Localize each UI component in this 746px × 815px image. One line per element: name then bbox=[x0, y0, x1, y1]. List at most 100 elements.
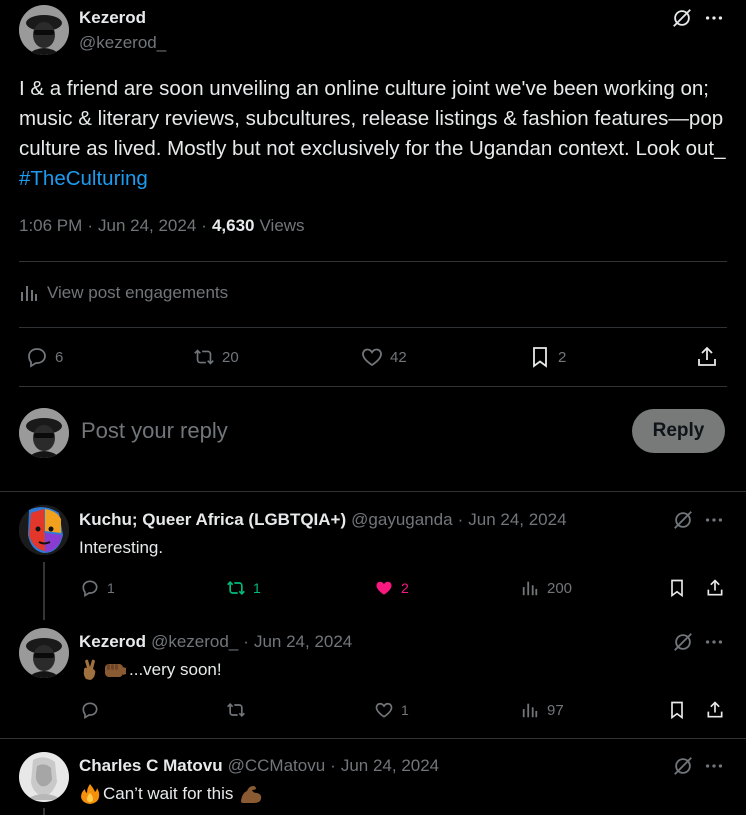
views-count: 4,630 bbox=[211, 216, 255, 235]
bookmark-count: 2 bbox=[558, 348, 567, 366]
post-body: I & a friend are soon unveiling an onlin… bbox=[19, 77, 726, 160]
reply-avatar[interactable] bbox=[19, 628, 69, 678]
views-label: Views bbox=[259, 216, 305, 235]
share-action[interactable] bbox=[695, 345, 719, 369]
repost-icon bbox=[192, 345, 216, 369]
post-date[interactable]: Jun 24, 2024 bbox=[98, 216, 196, 236]
bookmark-action[interactable] bbox=[666, 577, 688, 599]
like-count: 2 bbox=[401, 580, 409, 596]
like-action[interactable]: 1 bbox=[373, 699, 409, 721]
like-action[interactable]: 2 bbox=[373, 577, 409, 599]
share-icon bbox=[704, 699, 726, 721]
grok-icon[interactable] bbox=[672, 631, 694, 653]
bookmark-action[interactable]: 2 bbox=[528, 345, 566, 369]
repost-action[interactable]: 20 bbox=[192, 345, 239, 369]
reply-action[interactable] bbox=[79, 699, 101, 721]
reply-count: 6 bbox=[55, 348, 64, 366]
reply-author-handle[interactable]: @CCMatovu bbox=[228, 756, 326, 776]
divider bbox=[19, 386, 727, 387]
post-meta: 1:06 PM · Jun 24, 2024 · 4,630 Views bbox=[19, 216, 305, 236]
share-action[interactable] bbox=[704, 699, 726, 721]
meta-separator: · bbox=[243, 632, 249, 651]
meta-separator: · bbox=[457, 510, 464, 529]
reply-date[interactable]: Jun 24, 2024 bbox=[341, 756, 439, 776]
reply-icon bbox=[25, 345, 49, 369]
more-options-icon[interactable] bbox=[703, 7, 725, 29]
composer-avatar[interactable] bbox=[19, 408, 69, 458]
repost-icon bbox=[225, 699, 247, 721]
share-action[interactable] bbox=[704, 577, 726, 599]
bookmark-action[interactable] bbox=[666, 699, 688, 721]
thread-line bbox=[43, 808, 45, 815]
share-icon bbox=[695, 345, 719, 369]
reply-input[interactable]: Post your reply bbox=[81, 418, 611, 444]
reply-author-handle[interactable]: @kezerod_ bbox=[151, 632, 238, 652]
reply-avatar[interactable] bbox=[19, 505, 69, 555]
heart-icon bbox=[373, 699, 395, 721]
analytics-icon bbox=[519, 699, 541, 721]
repost-action[interactable]: 1 bbox=[225, 577, 261, 599]
like-count: 1 bbox=[401, 702, 409, 718]
view-engagements-link[interactable]: View post engagements bbox=[19, 283, 228, 303]
meta-separator: · bbox=[330, 756, 336, 775]
more-options-icon[interactable] bbox=[703, 509, 725, 531]
more-options-icon[interactable] bbox=[703, 631, 725, 653]
reply-text: Interesting. bbox=[79, 538, 164, 557]
bookmark-icon bbox=[528, 345, 552, 369]
meta-separator: · bbox=[201, 216, 207, 235]
reply-header: Kezerod @kezerod_ · Jun 24, 2024 bbox=[79, 632, 352, 652]
reply-date[interactable]: Jun 24, 2024 bbox=[254, 632, 352, 652]
grok-icon[interactable] bbox=[672, 509, 694, 531]
reply-count: 1 bbox=[107, 580, 115, 596]
share-icon bbox=[704, 577, 726, 599]
reply-date[interactable]: Jun 24, 2024 bbox=[468, 510, 566, 530]
like-count: 42 bbox=[390, 348, 407, 366]
divider bbox=[19, 327, 727, 328]
grok-icon[interactable] bbox=[672, 755, 694, 777]
reply-author-name[interactable]: Charles C Matovu bbox=[79, 756, 223, 776]
post-text: I & a friend are soon unveiling an onlin… bbox=[19, 74, 727, 194]
reply-author-handle[interactable]: @gayuganda bbox=[351, 510, 452, 530]
reply-text: ...very soon! bbox=[129, 660, 222, 679]
analytics-icon bbox=[19, 283, 39, 303]
views-action[interactable]: 200 bbox=[519, 577, 572, 599]
bookmark-icon bbox=[666, 699, 688, 721]
views-count: 200 bbox=[547, 579, 573, 597]
analytics-icon bbox=[519, 577, 541, 599]
flexed-biceps-emoji bbox=[239, 783, 263, 805]
heart-filled-icon bbox=[373, 577, 395, 599]
reply-header: Kuchu; Queer Africa (LGBTQIA+) @gayugand… bbox=[79, 510, 567, 530]
reply-action[interactable]: 1 bbox=[79, 577, 115, 599]
reply-icon bbox=[79, 577, 101, 599]
reply-icon bbox=[79, 699, 101, 721]
reply-content: ...very soon! bbox=[79, 659, 222, 681]
author-handle[interactable]: @kezerod_ bbox=[79, 33, 166, 53]
divider bbox=[19, 261, 727, 262]
reply-content: Can’t wait for this bbox=[79, 783, 263, 805]
meta-separator: · bbox=[87, 216, 93, 235]
fist-bump-emoji bbox=[103, 659, 127, 681]
thread-line bbox=[43, 562, 45, 620]
reply-action[interactable]: 6 bbox=[25, 345, 63, 369]
more-options-icon[interactable] bbox=[703, 755, 725, 777]
views-action[interactable]: 97 bbox=[519, 699, 564, 721]
like-action[interactable]: 42 bbox=[360, 345, 407, 369]
heart-icon bbox=[360, 345, 384, 369]
post-time[interactable]: 1:06 PM bbox=[19, 216, 82, 236]
bookmark-icon bbox=[666, 577, 688, 599]
author-avatar[interactable] bbox=[19, 5, 69, 55]
repost-action[interactable] bbox=[225, 699, 247, 721]
hashtag-link[interactable]: #TheCulturing bbox=[19, 167, 148, 190]
grok-icon[interactable] bbox=[671, 7, 693, 29]
reply-button[interactable]: Reply bbox=[632, 409, 725, 453]
reply-text: Can’t wait for this bbox=[103, 784, 234, 803]
engagements-label: View post engagements bbox=[47, 283, 229, 302]
divider bbox=[0, 491, 746, 492]
reply-avatar[interactable] bbox=[19, 752, 69, 802]
fire-emoji bbox=[79, 783, 101, 805]
reply-author-name[interactable]: Kezerod bbox=[79, 632, 146, 652]
reply-author-name[interactable]: Kuchu; Queer Africa (LGBTQIA+) bbox=[79, 510, 346, 530]
divider bbox=[0, 738, 746, 739]
repost-count: 20 bbox=[222, 348, 239, 366]
author-name[interactable]: Kezerod bbox=[79, 8, 146, 28]
